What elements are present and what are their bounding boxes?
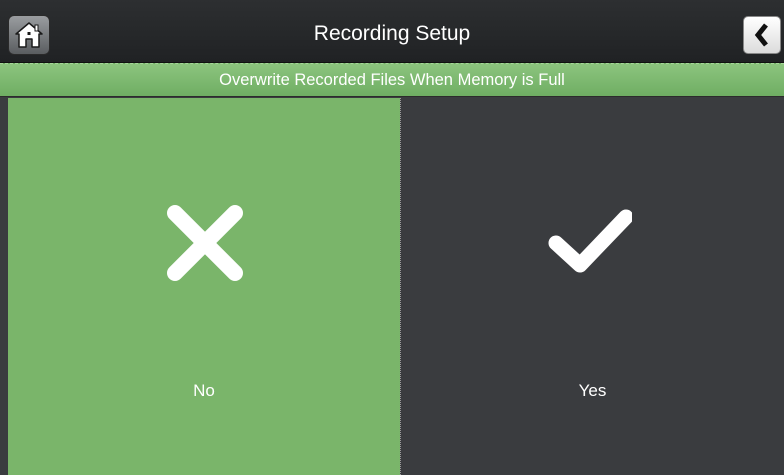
no-option-label: No xyxy=(193,381,215,400)
recording-setup-screen: Recording Setup Overwrite Recorded Files… xyxy=(0,0,784,475)
back-button[interactable] xyxy=(743,16,781,54)
left-edge-strip xyxy=(0,98,8,475)
options-panel: No Yes xyxy=(8,98,784,475)
checkmark-icon xyxy=(548,209,632,273)
prompt-text: Overwrite Recorded Files When Memory is … xyxy=(219,71,565,89)
yes-option-button[interactable]: Yes xyxy=(400,98,784,475)
yes-option-label: Yes xyxy=(578,381,607,400)
chevron-left-icon xyxy=(754,23,768,47)
title-bar: Recording Setup xyxy=(0,0,784,63)
close-icon xyxy=(167,205,243,281)
no-option-button[interactable]: No xyxy=(8,98,400,475)
page-title: Recording Setup xyxy=(313,22,471,45)
prompt-bar: Overwrite Recorded Files When Memory is … xyxy=(0,63,784,97)
